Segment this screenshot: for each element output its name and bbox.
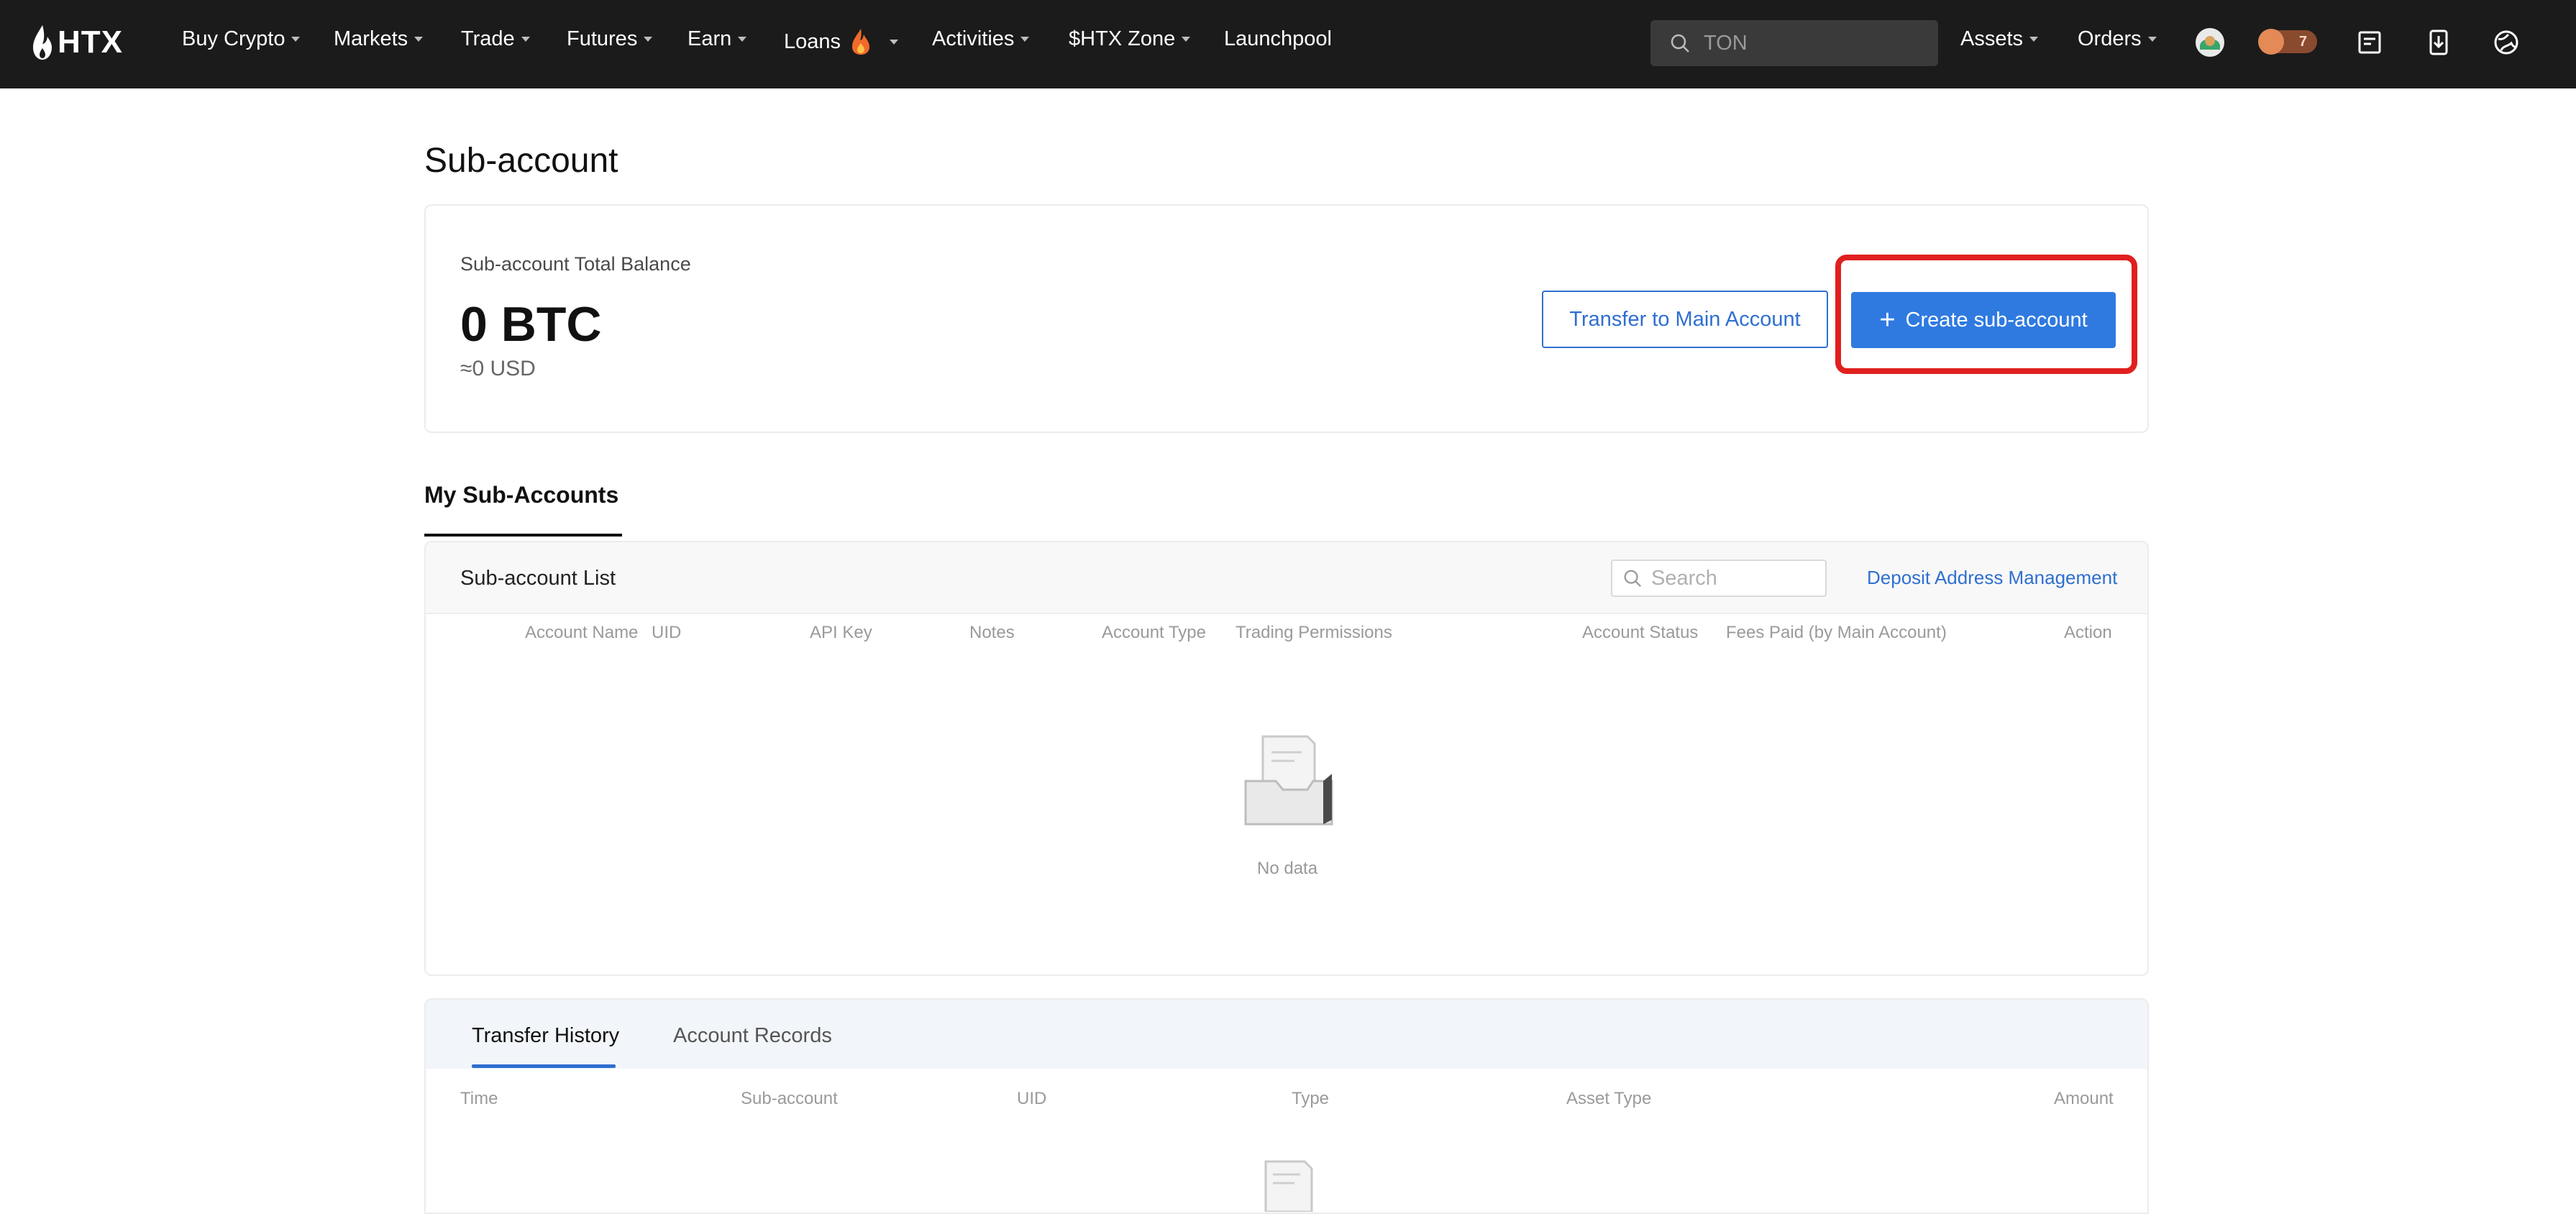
htx-logo[interactable]: HTX — [30, 20, 123, 65]
nav-item-label: Activities — [932, 27, 1015, 50]
column-header: UID — [1017, 1089, 1047, 1108]
nav-item-label: Assets — [1960, 27, 2024, 50]
nav-launchpool[interactable]: Launchpool — [1224, 27, 1332, 51]
tab-transfer-history[interactable]: Transfer History — [472, 1024, 619, 1048]
download-icon[interactable] — [2422, 26, 2455, 59]
column-header: Fees Paid (by Main Account) — [1726, 623, 1947, 642]
balance-card: Sub-account Total Balance 0 BTC ≈0 USD T… — [424, 204, 2149, 433]
nav-loans[interactable]: Loans — [784, 27, 899, 56]
nav-item-label: Loans — [784, 29, 841, 53]
fire-icon — [852, 29, 870, 55]
globe-icon-svg — [2494, 30, 2518, 55]
caret-down-icon — [414, 37, 424, 42]
column-header: Asset Type — [1566, 1089, 1652, 1108]
caret-down-icon — [890, 39, 899, 45]
nav-item-label: Launchpool — [1224, 27, 1332, 50]
column-header: Action — [2064, 623, 2112, 642]
nav-item-label: Earn — [688, 27, 732, 50]
nav-htx-zone[interactable]: $HTX Zone — [1069, 27, 1191, 51]
caret-down-icon — [2147, 37, 2157, 42]
nav-item-label: Buy Crypto — [182, 27, 286, 50]
nav-item-label: Orders — [2078, 27, 2142, 50]
search-icon — [1671, 34, 1689, 53]
notes-icon-svg — [2358, 31, 2381, 54]
nav-item-label: Futures — [567, 27, 638, 50]
notes-icon[interactable] — [2353, 26, 2386, 59]
coin-icon — [2258, 29, 2284, 55]
balance-label: Sub-account Total Balance — [460, 253, 691, 275]
empty-folder-icon — [1264, 1160, 1313, 1212]
search-icon — [1624, 570, 1642, 588]
nav-earn[interactable]: Earn — [688, 27, 747, 51]
create-button-label: Create sub-account — [1905, 308, 2088, 332]
column-header: Sub-account — [741, 1089, 838, 1108]
tab-my-sub-accounts[interactable]: My Sub-Accounts — [424, 482, 618, 508]
caret-down-icon — [1020, 37, 1030, 42]
nav-item-label: Trade — [461, 27, 515, 50]
empty-folder-icon — [1244, 735, 1333, 826]
caret-down-icon — [291, 37, 301, 42]
plus-icon: + — [1879, 305, 1896, 335]
balance-value: 0 BTC — [460, 297, 602, 352]
nav-assets[interactable]: Assets — [1960, 27, 2039, 51]
sub-account-list-card: Sub-account List Deposit Address Managem… — [424, 541, 2149, 976]
nav-trade[interactable]: Trade — [461, 27, 530, 51]
download-icon-svg — [2429, 29, 2448, 55]
list-search-input[interactable] — [1650, 565, 1811, 591]
top-navbar: HTX Buy Crypto Markets Trade Futures Ear… — [0, 0, 2576, 88]
caret-down-icon — [2029, 37, 2039, 42]
column-header: UID — [652, 623, 682, 642]
history-card: Transfer History Account Records Time Su… — [424, 998, 2149, 1214]
nav-search-box[interactable] — [1650, 20, 1938, 66]
avatar-icon — [2196, 28, 2224, 57]
nav-buy-crypto[interactable]: Buy Crypto — [182, 27, 301, 51]
balance-usd: ≈0 USD — [460, 357, 536, 380]
create-sub-account-button[interactable]: + Create sub-account — [1851, 292, 2116, 348]
tab-active-underline — [424, 534, 622, 537]
nav-futures[interactable]: Futures — [567, 27, 653, 51]
nav-item-label: $HTX Zone — [1069, 27, 1176, 50]
nav-item-label: Markets — [334, 27, 408, 50]
nav-activities[interactable]: Activities — [932, 27, 1030, 51]
tab-active-underline — [472, 1064, 616, 1068]
caret-down-icon — [521, 37, 530, 42]
column-header: Amount — [2054, 1089, 2114, 1108]
flame-logo-icon — [33, 25, 52, 60]
page-title: Sub-account — [424, 142, 618, 180]
nav-markets[interactable]: Markets — [334, 27, 424, 51]
nav-orders[interactable]: Orders — [2078, 27, 2157, 51]
column-header: Trading Permissions — [1236, 623, 1392, 642]
globe-settings-icon[interactable] — [2490, 26, 2523, 59]
empty-state-text: No data — [1257, 859, 1318, 878]
rewards-badge[interactable]: 7 — [2258, 29, 2317, 55]
caret-down-icon — [1182, 37, 1191, 42]
logo-text: HTX — [58, 24, 123, 60]
column-header: Account Type — [1102, 623, 1206, 642]
list-header-bar: Sub-account List Deposit Address Managem… — [426, 542, 2147, 614]
list-search-box[interactable] — [1611, 560, 1827, 597]
tab-account-records[interactable]: Account Records — [673, 1024, 832, 1048]
column-header: Account Name — [525, 623, 639, 642]
caret-down-icon — [644, 37, 653, 42]
avatar[interactable] — [2193, 26, 2226, 59]
transfer-to-main-button[interactable]: Transfer to Main Account — [1542, 291, 1828, 348]
column-header: Notes — [969, 623, 1015, 642]
badge-count: 7 — [2298, 33, 2307, 50]
column-header: Account Status — [1582, 623, 1699, 642]
caret-down-icon — [738, 37, 747, 42]
deposit-address-management-link[interactable]: Deposit Address Management — [1867, 567, 2117, 589]
column-header: Type — [1292, 1089, 1330, 1108]
list-title: Sub-account List — [460, 567, 616, 590]
column-header: Time — [460, 1089, 498, 1108]
history-tabs-bar: Transfer History Account Records — [426, 1000, 2147, 1069]
column-header: API Key — [810, 623, 872, 642]
nav-search-input[interactable] — [1702, 30, 1921, 56]
